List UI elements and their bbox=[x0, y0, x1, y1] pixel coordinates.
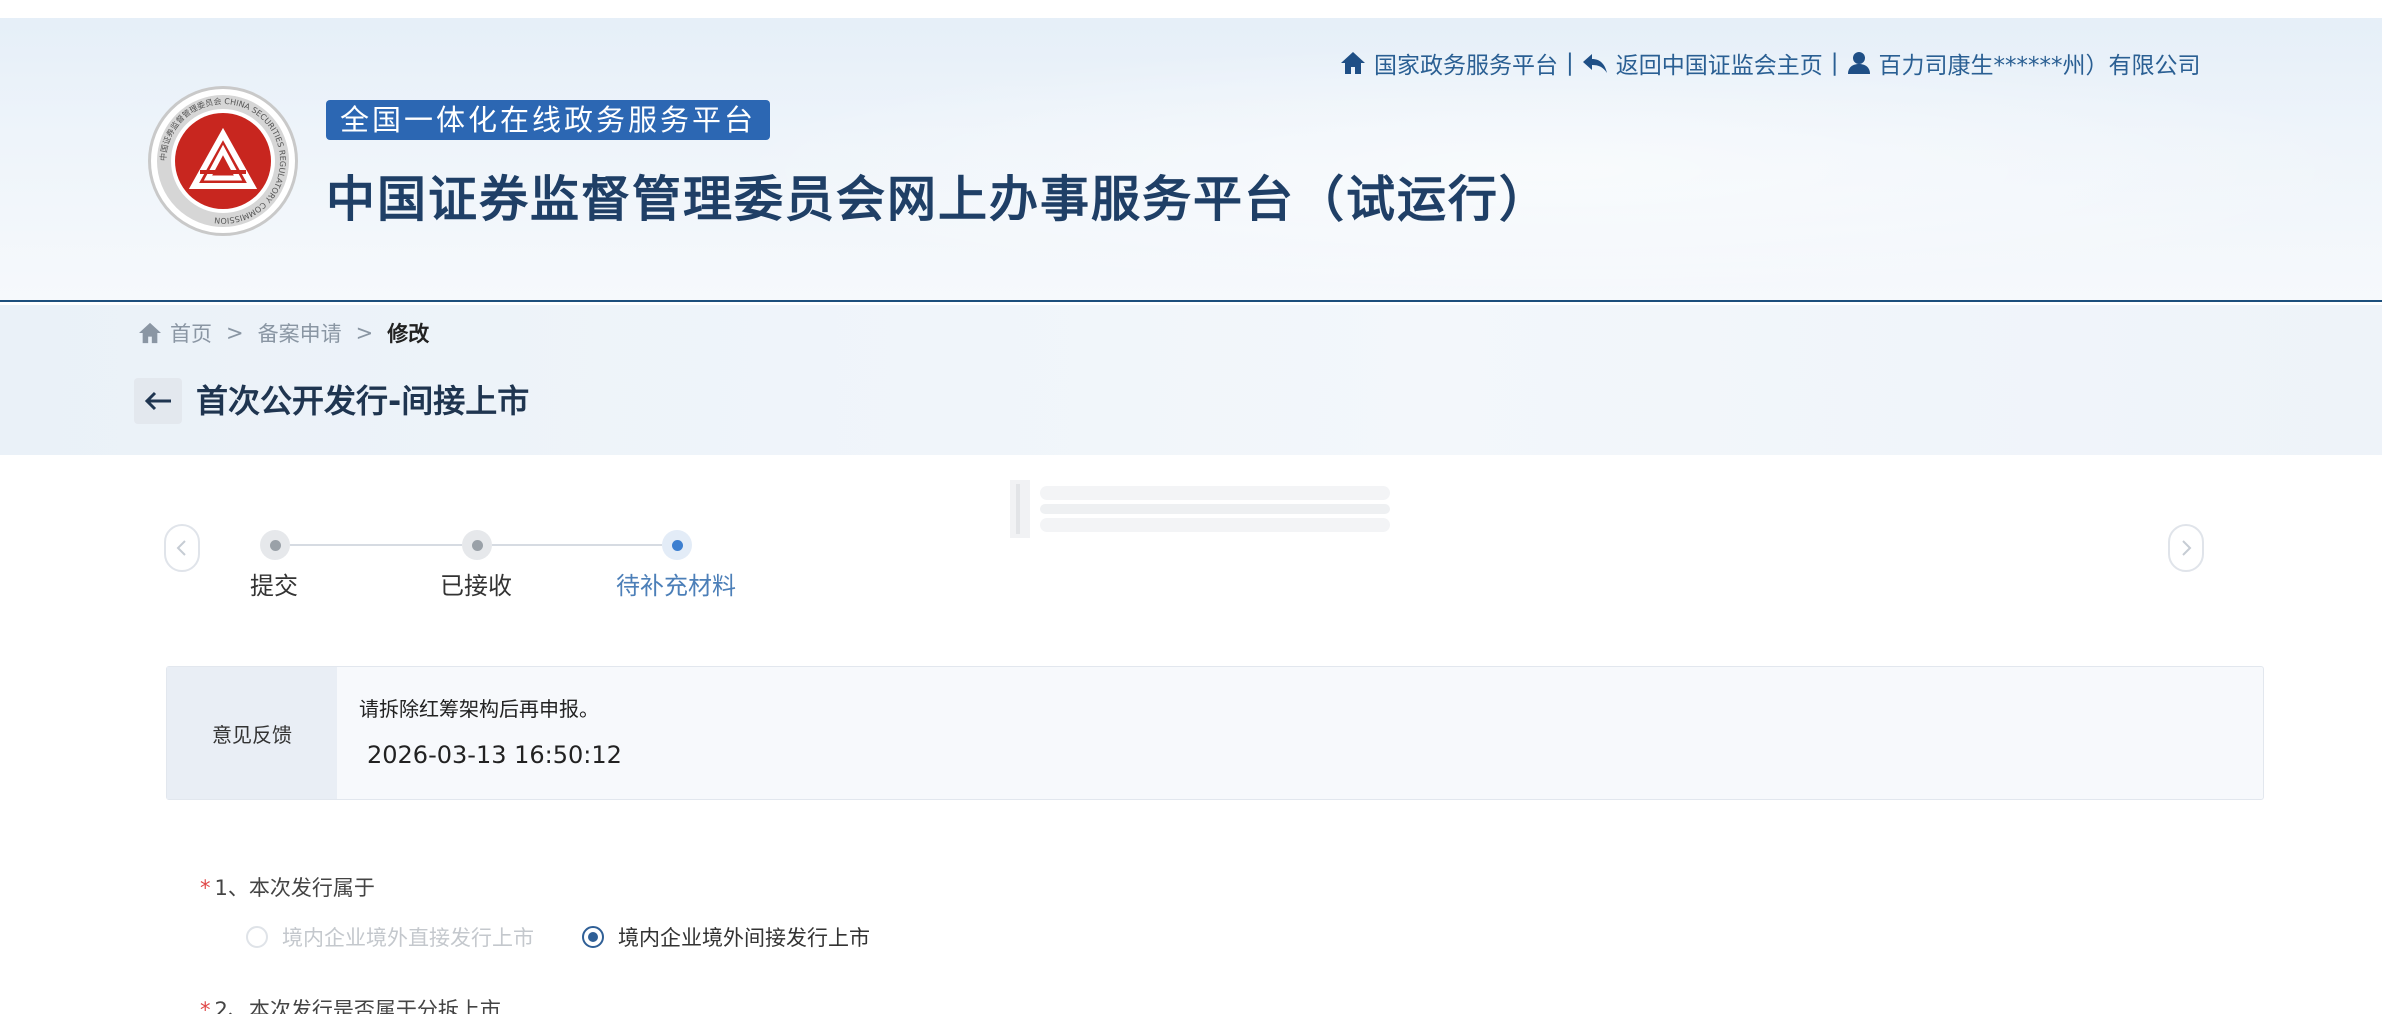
radio-circle bbox=[582, 926, 604, 948]
chevron-right-icon bbox=[2182, 540, 2192, 556]
link-separator: | bbox=[1830, 50, 1839, 76]
link-label: 国家政务服务平台 bbox=[1374, 53, 1558, 79]
question-1-label: * 1、本次发行属于 bbox=[200, 872, 375, 902]
radio-direct-listing[interactable]: 境内企业境外直接发行上市 bbox=[246, 922, 534, 952]
link-separator: | bbox=[1566, 50, 1574, 76]
logo-seal-text: 中国证券监督管理委员会 CHINA SECURITIES REGULATORY … bbox=[158, 96, 287, 225]
arrow-left-icon bbox=[144, 391, 171, 411]
user-icon bbox=[1847, 52, 1870, 74]
breadcrumb-separator: > bbox=[226, 321, 244, 345]
required-mark: * bbox=[200, 998, 211, 1014]
question-2-text: 2、本次发行是否属于分拆上市 bbox=[214, 998, 501, 1014]
home-icon bbox=[1341, 52, 1365, 74]
step-label-submit[interactable]: 提交 bbox=[250, 566, 298, 601]
step-dot-pending bbox=[662, 530, 692, 560]
feedback-panel: 意见反馈 请拆除红筹架构后再申报。 2026-03-13 16:50:12 bbox=[166, 666, 2264, 800]
logo-ring: 中国证券监督管理委员会 CHINA SECURITIES REGULATORY … bbox=[157, 95, 289, 227]
return-icon bbox=[1582, 54, 1607, 73]
radio-label: 境内企业境外间接发行上市 bbox=[618, 926, 870, 950]
radio-label: 境内企业境外直接发行上市 bbox=[282, 926, 534, 950]
home-icon bbox=[139, 322, 161, 344]
steps-next-button[interactable] bbox=[2168, 524, 2204, 572]
required-mark: * bbox=[200, 876, 211, 900]
step-label-received[interactable]: 已接收 bbox=[440, 566, 512, 601]
step-connector bbox=[290, 544, 462, 546]
radio-circle bbox=[246, 926, 268, 948]
step-connector bbox=[492, 544, 662, 546]
breadcrumb-item-home[interactable]: 首页 bbox=[170, 318, 212, 348]
link-user-account[interactable]: 百力司康生******州）有限公司 bbox=[1847, 46, 2201, 80]
link-label: 返回中国证监会主页 bbox=[1615, 53, 1823, 79]
redaction-mark bbox=[1010, 480, 1390, 538]
page-heading: 首次公开发行-间接上市 bbox=[196, 382, 530, 420]
back-button[interactable] bbox=[134, 378, 182, 424]
feedback-text: 请拆除红筹架构后再申报。 bbox=[359, 697, 599, 721]
feedback-timestamp: 2026-03-13 16:50:12 bbox=[367, 741, 622, 769]
link-return-csrc[interactable]: 返回中国证监会主页 bbox=[1582, 46, 1823, 80]
step-dot-received bbox=[462, 530, 492, 560]
step-dot-submit bbox=[260, 530, 290, 560]
question-2-label: * 2、本次发行是否属于分拆上市 bbox=[200, 994, 501, 1014]
chevron-left-icon bbox=[176, 540, 186, 556]
radio-indirect-listing[interactable]: 境内企业境外间接发行上市 bbox=[582, 922, 870, 952]
site-header: 中国证券监督管理委员会 CHINA SECURITIES REGULATORY … bbox=[0, 0, 2382, 302]
csrc-logo[interactable]: 中国证券监督管理委员会 CHINA SECURITIES REGULATORY … bbox=[148, 86, 298, 236]
platform-tag[interactable]: 全国一体化在线政务服务平台 bbox=[326, 100, 771, 140]
breadcrumb-separator: > bbox=[355, 321, 374, 345]
header-top-strip bbox=[0, 0, 2382, 18]
steps-prev-button[interactable] bbox=[164, 524, 200, 572]
site-title: 中国证券监督管理委员会网上办事服务平台（试运行） bbox=[326, 171, 1551, 228]
link-label: 百力司康生******州）有限公司 bbox=[1878, 53, 2201, 79]
breadcrumb: 首页 > 备案申请 > 修改 bbox=[138, 318, 429, 348]
step-label-pending[interactable]: 待补充材料 bbox=[616, 566, 736, 601]
question-1-text: 1、本次发行属于 bbox=[214, 876, 375, 900]
top-links: 国家政务服务平台 | 返回中国证监会主页 | 百力司康生******州）有限公司 bbox=[1340, 46, 2201, 80]
svg-text:中国证券监督管理委员会 CHINA SECURITIES R: 中国证券监督管理委员会 CHINA SECURITIES REGULATORY … bbox=[158, 96, 287, 225]
feedback-label: 意见反馈 bbox=[167, 667, 337, 799]
breadcrumb-item-filing[interactable]: 备案申请 bbox=[258, 318, 342, 348]
header-divider bbox=[0, 300, 2382, 302]
link-national-service[interactable]: 国家政务服务平台 bbox=[1340, 46, 1558, 80]
breadcrumb-item-current: 修改 bbox=[387, 322, 430, 346]
